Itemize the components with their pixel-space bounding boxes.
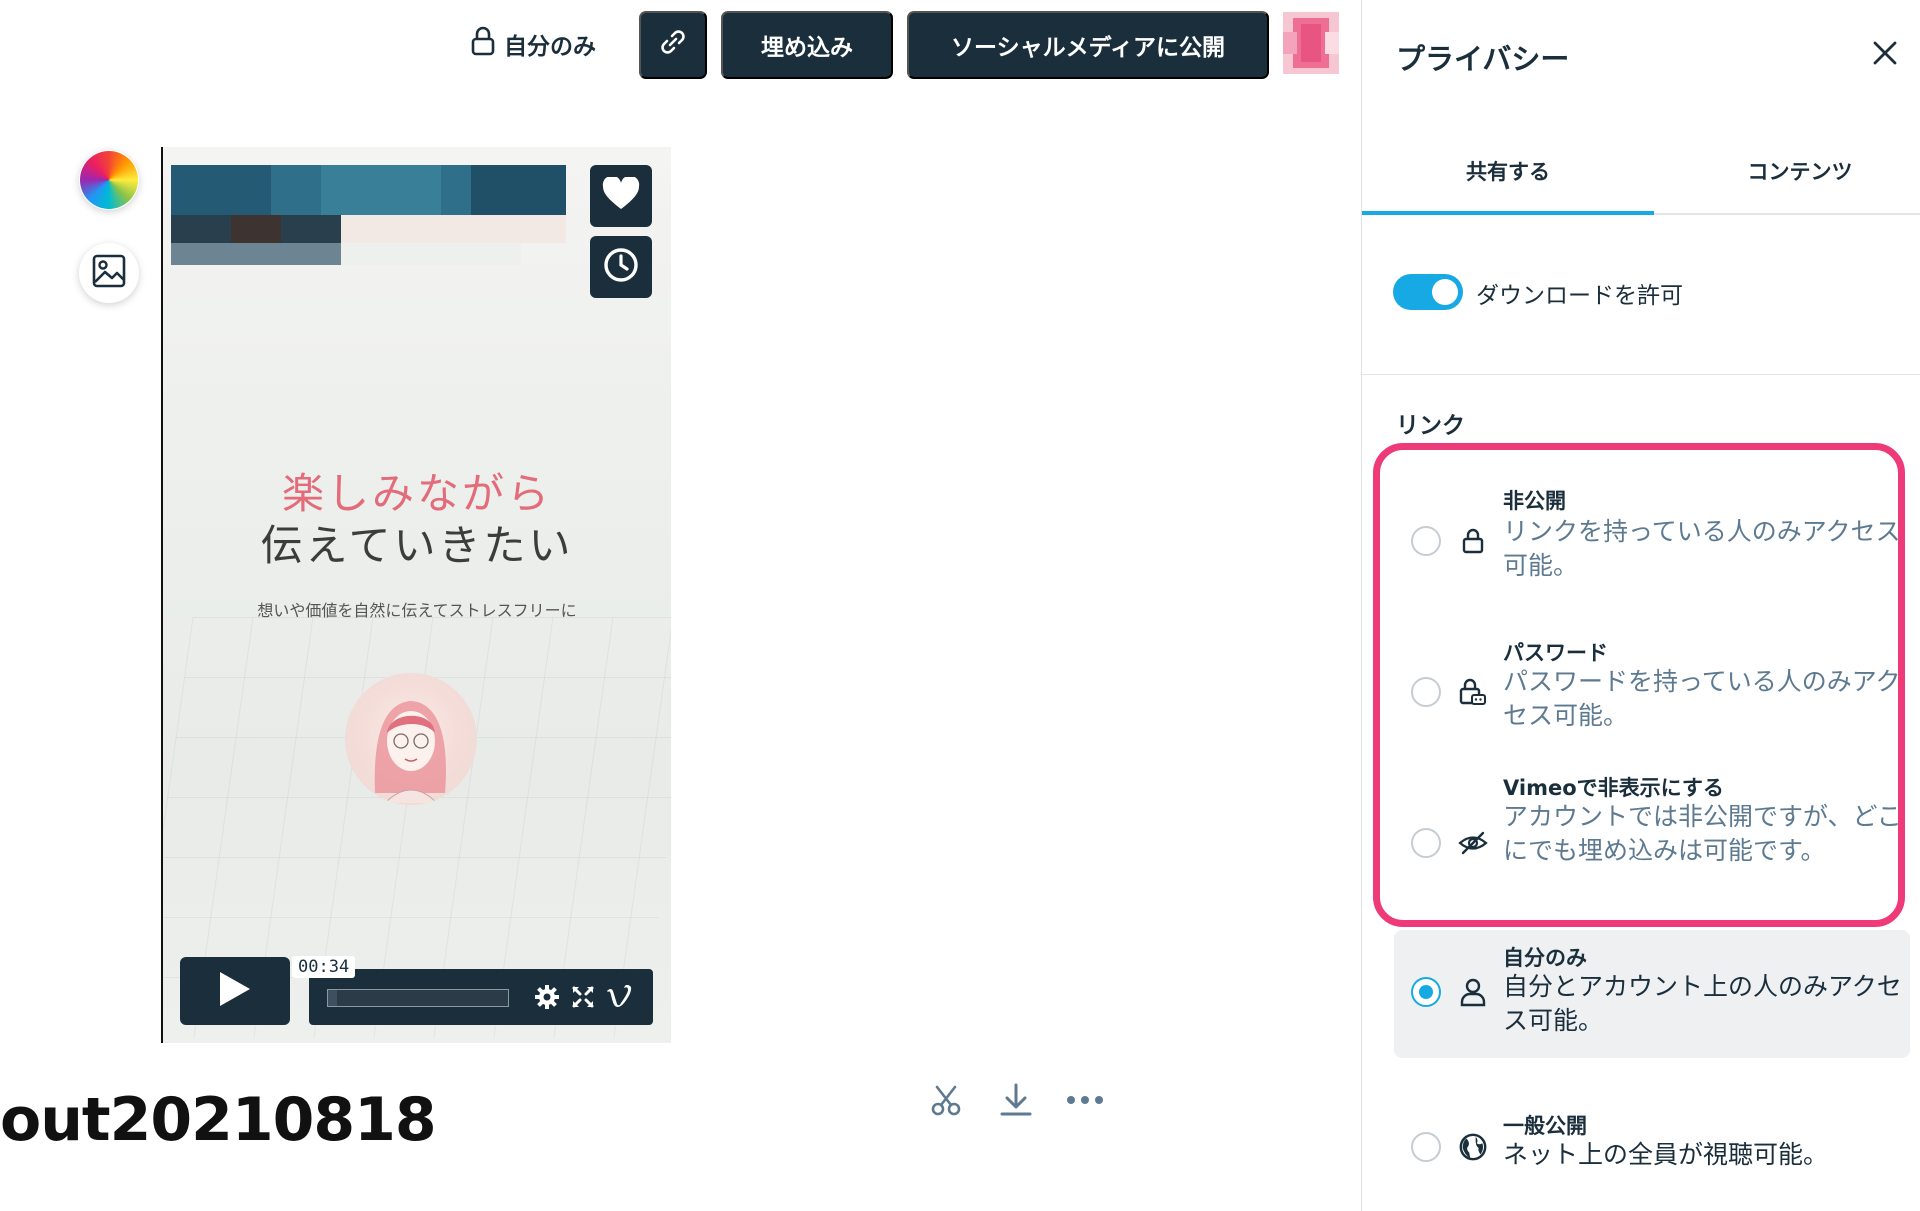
publish-social-button[interactable]: ソーシャルメディアに公開 — [907, 11, 1269, 79]
download-icon[interactable] — [994, 1078, 1038, 1122]
heart-icon — [602, 175, 640, 215]
privacy-status[interactable]: 自分のみ — [470, 22, 596, 66]
settings-icon[interactable] — [533, 983, 561, 1011]
video-title[interactable]: out20210818 — [0, 1085, 437, 1155]
clock-icon — [602, 246, 640, 288]
video-heading-line2: 伝えていきたい — [260, 521, 574, 570]
option-description: ネット上の全員が視聴可能。 — [1503, 1140, 1829, 1169]
fullscreen-icon[interactable] — [569, 983, 597, 1011]
panel-title: プライバシー — [1396, 42, 1570, 76]
download-toggle-label: ダウンロードを許可 — [1476, 283, 1683, 309]
user-avatar[interactable] — [1283, 12, 1339, 74]
player-control-bar — [309, 969, 653, 1025]
color-wheel-icon — [80, 151, 138, 209]
radio-only-me[interactable] — [1411, 977, 1441, 1007]
close-icon — [1872, 40, 1898, 70]
color-picker-button[interactable] — [79, 150, 139, 210]
highlight-annotation — [1373, 443, 1905, 927]
image-icon — [91, 253, 127, 293]
globe-icon — [1458, 1132, 1488, 1162]
vimeo-logo-icon[interactable] — [605, 983, 633, 1011]
thumbnail-button[interactable] — [79, 243, 139, 303]
play-button[interactable] — [180, 957, 290, 1025]
watch-later-button[interactable] — [590, 236, 652, 298]
portrait-illustration — [345, 673, 477, 805]
download-toggle[interactable] — [1393, 274, 1463, 310]
privacy-status-label: 自分のみ — [504, 34, 596, 60]
privacy-panel: プライバシー 共有する コンテンツ ダウンロードを許可 リンク 非公開 リンクを… — [1361, 0, 1920, 1211]
play-icon — [217, 970, 253, 1012]
radio-public[interactable] — [1411, 1132, 1441, 1162]
person-icon — [1458, 977, 1488, 1007]
tab-contents[interactable]: コンテンツ — [1654, 156, 1920, 186]
link-section-heading: リンク — [1396, 413, 1465, 439]
more-options-icon[interactable] — [1063, 1078, 1107, 1122]
tab-share[interactable]: 共有する — [1362, 156, 1654, 186]
lock-icon — [470, 26, 496, 62]
link-icon — [658, 27, 688, 63]
option-title: 自分のみ — [1503, 946, 1587, 970]
like-button[interactable] — [590, 165, 652, 227]
trim-scissors-icon[interactable] — [924, 1078, 968, 1122]
embed-button[interactable]: 埋め込み — [721, 11, 893, 79]
section-divider — [1362, 374, 1920, 375]
progress-bar[interactable] — [327, 989, 509, 1007]
option-description: 自分とアカウント上の人のみアクセス可能。 — [1503, 972, 1902, 1035]
video-subtext: 想いや価値を自然に伝えてストレスフリーに — [257, 601, 577, 620]
copy-link-button[interactable] — [639, 11, 707, 79]
pixelated-banner — [171, 165, 566, 265]
video-player[interactable]: 楽しみながら 伝えていきたい 想いや価値を自然に伝えてストレスフリーに 00:3… — [161, 147, 671, 1043]
option-title: 一般公開 — [1503, 1114, 1587, 1138]
active-tab-indicator — [1362, 211, 1654, 215]
progress-fill — [328, 990, 337, 1006]
time-tooltip: 00:34 — [292, 956, 356, 978]
close-button[interactable] — [1868, 38, 1902, 72]
